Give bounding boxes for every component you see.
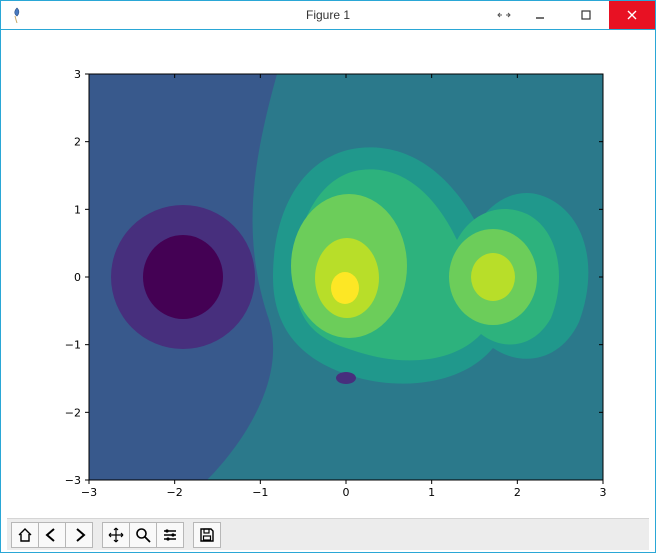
minimize-button[interactable]	[517, 1, 563, 29]
back-icon	[43, 526, 61, 544]
maximize-button[interactable]	[563, 1, 609, 29]
svg-text:−2: −2	[167, 486, 183, 499]
contour-fills	[89, 74, 603, 480]
contour-plot: −3 −2 −1 0 1 2 3 −3 −2 −1 0 1 2 3	[7, 34, 649, 518]
svg-text:2: 2	[74, 136, 81, 149]
forward-button[interactable]	[65, 522, 93, 548]
matplotlib-toolbar	[7, 518, 649, 550]
figure-canvas[interactable]: −3 −2 −1 0 1 2 3 −3 −2 −1 0 1 2 3	[7, 34, 649, 518]
home-icon	[16, 526, 34, 544]
svg-text:1: 1	[428, 486, 435, 499]
app-icon	[9, 7, 25, 23]
svg-text:0: 0	[343, 486, 350, 499]
svg-text:−1: −1	[252, 486, 268, 499]
window-controls	[491, 1, 655, 29]
close-button[interactable]	[609, 1, 655, 29]
restore-drag-icon[interactable]	[491, 1, 517, 29]
svg-text:1: 1	[74, 203, 81, 216]
pan-button[interactable]	[102, 522, 130, 548]
save-icon	[198, 526, 216, 544]
zoom-button[interactable]	[129, 522, 157, 548]
zoom-icon	[134, 526, 152, 544]
svg-text:3: 3	[600, 486, 607, 499]
home-button[interactable]	[11, 522, 39, 548]
forward-icon	[70, 526, 88, 544]
app-window: Figure 1	[0, 0, 656, 553]
svg-text:0: 0	[74, 271, 81, 284]
svg-text:−3: −3	[81, 486, 97, 499]
svg-text:2: 2	[514, 486, 521, 499]
svg-text:3: 3	[74, 68, 81, 81]
back-button[interactable]	[38, 522, 66, 548]
configure-icon	[161, 526, 179, 544]
svg-text:−2: −2	[65, 406, 81, 419]
svg-text:−3: −3	[65, 474, 81, 487]
save-button[interactable]	[193, 522, 221, 548]
client-area: −3 −2 −1 0 1 2 3 −3 −2 −1 0 1 2 3	[1, 30, 655, 552]
pan-icon	[107, 526, 125, 544]
titlebar[interactable]: Figure 1	[1, 1, 655, 30]
svg-text:−1: −1	[65, 339, 81, 352]
configure-button[interactable]	[156, 522, 184, 548]
